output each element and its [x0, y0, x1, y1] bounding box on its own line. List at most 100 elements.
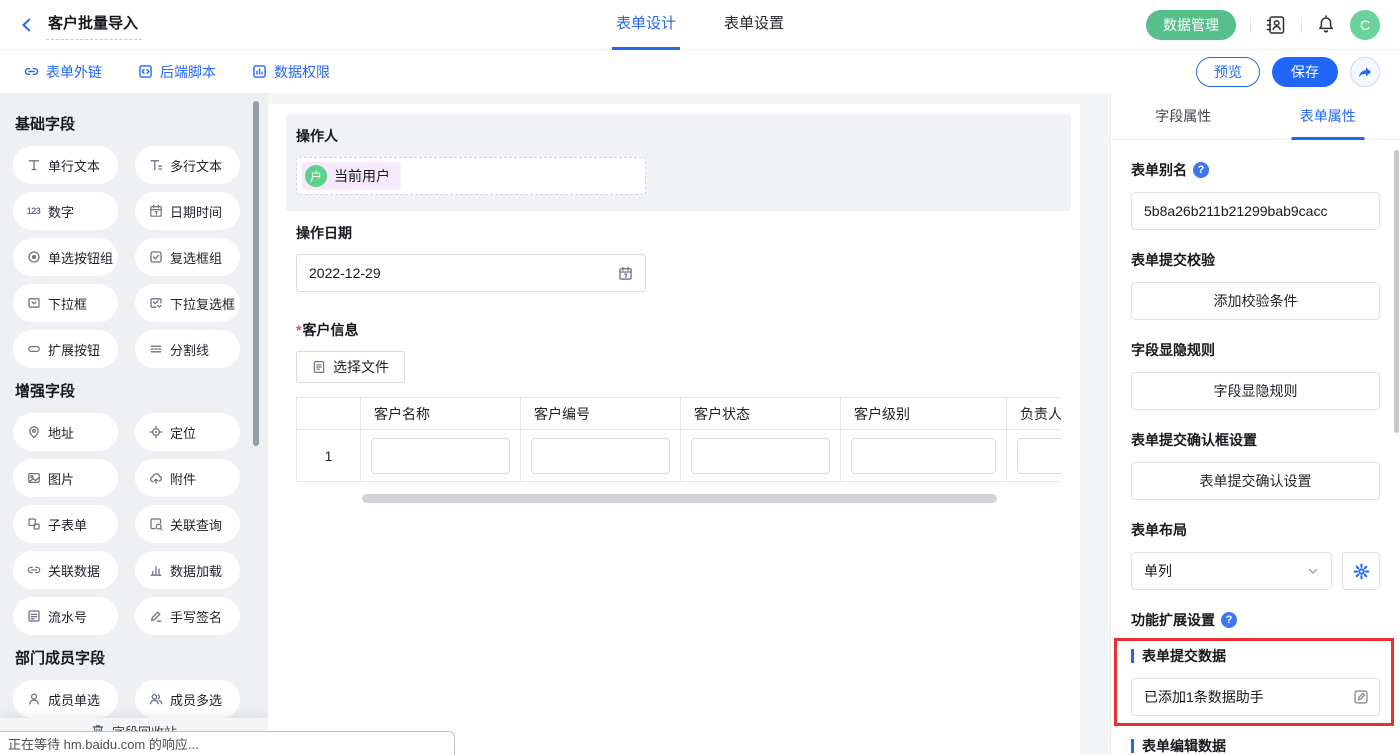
related-query-icon — [148, 517, 163, 531]
field-pill[interactable]: 单选按钮组 — [13, 238, 118, 276]
related-data-icon — [26, 563, 41, 577]
field-pill[interactable]: 下拉复选框 — [135, 284, 240, 322]
field-pill[interactable]: 下拉框 — [13, 284, 118, 322]
share-icon — [1357, 64, 1373, 80]
operator-field-label: 操作人 — [296, 126, 1061, 146]
link-label: 后端脚本 — [160, 62, 216, 82]
checkbox-group-icon — [148, 250, 163, 264]
pill-label: 定位 — [170, 423, 196, 442]
tab-form-settings[interactable]: 表单设置 — [724, 0, 784, 50]
preview-button[interactable]: 预览 — [1196, 57, 1260, 87]
field-pill[interactable]: 多行文本 — [135, 146, 240, 184]
submit-confirm-button[interactable]: 表单提交确认设置 — [1131, 462, 1380, 500]
choose-file-label: 选择文件 — [333, 357, 389, 377]
customer-info-label: *客户信息 — [296, 320, 1061, 340]
pill-label: 关联数据 — [48, 561, 100, 580]
field-pill[interactable]: 123数字 — [13, 192, 118, 230]
date-input[interactable]: 2022-12-29 — [296, 254, 646, 292]
field-pill[interactable]: 成员多选 — [135, 680, 240, 718]
date-field-label: 操作日期 — [296, 223, 1061, 243]
page-title[interactable]: 客户批量导入 — [46, 9, 142, 40]
field-pill[interactable]: 附件 — [135, 459, 240, 497]
field-pill[interactable]: 成员单选 — [13, 680, 118, 718]
form-external-link[interactable]: 表单外链 — [24, 62, 102, 82]
pill-label: 成员单选 — [48, 690, 100, 709]
edit-icon[interactable] — [1353, 689, 1369, 705]
form-layout-label: 表单布局 — [1131, 520, 1380, 540]
section-title-basic: 基础字段 — [15, 113, 268, 134]
data-manage-button[interactable]: 数据管理 — [1146, 10, 1236, 40]
field-pill[interactable]: 定位 — [135, 413, 240, 451]
table-horizontal-scrollbar[interactable] — [362, 494, 997, 503]
tab-form-design[interactable]: 表单设计 — [616, 0, 676, 50]
field-pill[interactable]: 日期时间 — [135, 192, 240, 230]
field-pill[interactable]: 流水号 — [13, 597, 118, 635]
divider-icon — [148, 342, 163, 356]
tab-field-properties[interactable]: 字段属性 — [1111, 93, 1256, 139]
field-pill[interactable]: 子表单 — [13, 505, 118, 543]
submit-check-label: 表单提交校验 — [1131, 250, 1380, 270]
bell-icon[interactable] — [1316, 15, 1336, 35]
submit-confirm-label: 表单提交确认框设置 — [1131, 430, 1380, 450]
field-pill[interactable]: 单行文本 — [13, 146, 118, 184]
extension-settings-label-text: 功能扩展设置 — [1131, 610, 1215, 630]
pill-label: 下拉复选框 — [170, 294, 235, 313]
cell-input[interactable] — [371, 438, 510, 474]
pill-label: 数字 — [48, 202, 74, 221]
avatar[interactable]: C — [1350, 10, 1380, 40]
table-cell — [681, 430, 841, 482]
data-assistant-field[interactable]: 已添加1条数据助手 — [1131, 678, 1380, 716]
field-pill[interactable]: 分割线 — [135, 330, 240, 368]
cell-input[interactable] — [851, 438, 996, 474]
locate-icon — [148, 425, 163, 439]
backend-script-link[interactable]: 后端脚本 — [138, 62, 216, 82]
help-icon[interactable]: ? — [1221, 612, 1237, 628]
contacts-icon[interactable] — [1265, 14, 1287, 36]
operator-field-block[interactable]: 操作人 户 当前用户 — [286, 114, 1071, 211]
operator-field-value[interactable]: 户 当前用户 — [296, 157, 646, 195]
pill-label: 日期时间 — [170, 202, 222, 221]
signature-icon — [148, 609, 163, 623]
field-pill[interactable]: 地址 — [13, 413, 118, 451]
multi-line-text-icon — [148, 158, 163, 172]
pill-label: 单行文本 — [48, 156, 100, 175]
customer-info-field-block[interactable]: *客户信息 选择文件 客户名称 客户编号 客户状态 — [286, 308, 1071, 519]
visibility-rules-button[interactable]: 字段显隐规则 — [1131, 372, 1380, 410]
pill-label: 多行文本 — [170, 156, 222, 175]
help-icon[interactable]: ? — [1193, 162, 1209, 178]
field-pill[interactable]: 复选框组 — [135, 238, 240, 276]
field-pill[interactable]: 手写签名 — [135, 597, 240, 635]
section-title-member: 部门成员字段 — [15, 647, 268, 668]
date-field-block[interactable]: 操作日期 2022-12-29 — [286, 211, 1071, 308]
add-check-condition-button[interactable]: 添加校验条件 — [1131, 282, 1380, 320]
address-icon — [26, 425, 41, 439]
field-pill[interactable]: 数据加载 — [135, 551, 240, 589]
cell-input[interactable] — [531, 438, 670, 474]
sidebar-scrollbar[interactable] — [253, 101, 259, 446]
form-alias-input[interactable]: 5b8a26b211b21299bab9cacc — [1131, 192, 1380, 230]
basic-field-grid: 单行文本 多行文本 123数字 日期时间 单选按钮组 复选框组 下拉框 下拉复选… — [13, 146, 268, 368]
layout-settings-button[interactable] — [1342, 552, 1380, 590]
data-assistant-value: 已添加1条数据助手 — [1144, 687, 1264, 707]
choose-file-button[interactable]: 选择文件 — [296, 351, 405, 383]
field-pill[interactable]: 图片 — [13, 459, 118, 497]
pill-label: 数据加载 — [170, 561, 222, 580]
back-button[interactable] — [18, 16, 36, 34]
field-pill[interactable]: 扩展按钮 — [13, 330, 118, 368]
data-permission-link[interactable]: 数据权限 — [252, 62, 330, 82]
field-pill[interactable]: 关联数据 — [13, 551, 118, 589]
cell-input[interactable] — [691, 438, 830, 474]
tab-form-properties[interactable]: 表单属性 — [1256, 93, 1400, 139]
layout-select[interactable]: 单列 — [1131, 552, 1332, 590]
back-chevron-icon — [18, 16, 36, 34]
row-number-cell: 1 — [297, 430, 361, 482]
properties-panel: 字段属性 表单属性 表单别名 ? 5b8a26b211b21299bab9cac… — [1110, 93, 1400, 755]
form-canvas[interactable]: 操作人 户 当前用户 操作日期 2022-12-29 — [268, 104, 1080, 755]
cell-input[interactable] — [1017, 438, 1061, 474]
panel-scrollbar[interactable] — [1394, 150, 1399, 433]
save-button[interactable]: 保存 — [1272, 57, 1338, 87]
date-value: 2022-12-29 — [309, 265, 381, 281]
share-button[interactable] — [1350, 57, 1380, 87]
top-right-actions: 数据管理 C — [1146, 10, 1380, 40]
field-pill[interactable]: 关联查询 — [135, 505, 240, 543]
